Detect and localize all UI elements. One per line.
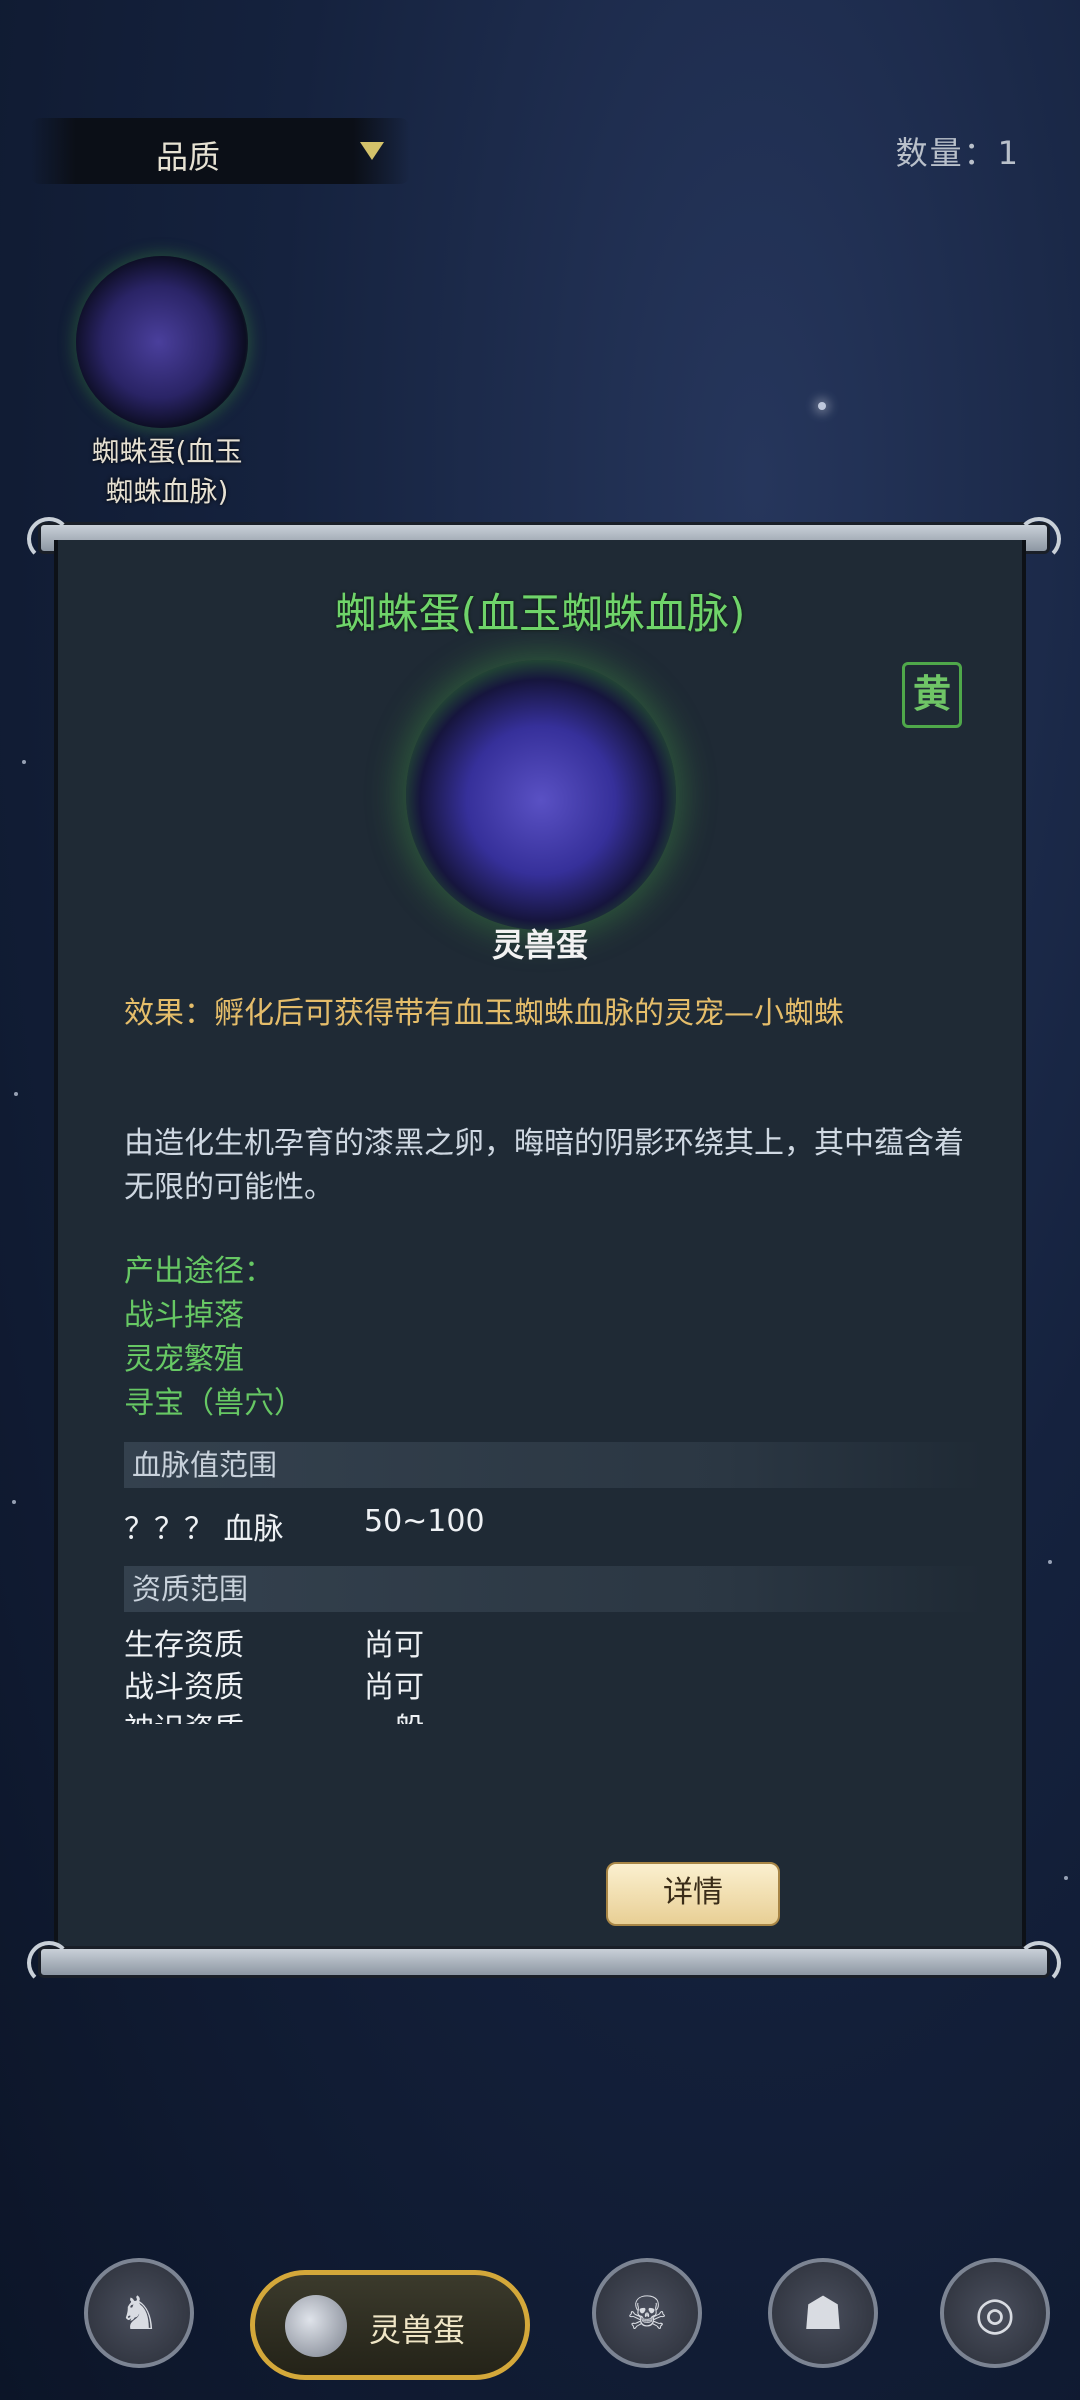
- spider-egg-large-icon: [406, 660, 676, 930]
- aptitude-row: 生存资质 尚可: [124, 1620, 424, 1664]
- bloodline-section-header: 血脉值范围: [124, 1442, 984, 1488]
- aptitude-list[interactable]: 生存资质 尚可 战斗资质 尚可 神识资质 一般: [124, 1620, 984, 1724]
- source-item: 灵宠繁殖: [124, 1342, 244, 1377]
- aptitude-label: 战斗资质: [124, 1670, 244, 1705]
- nav-vortex-button[interactable]: ◎: [940, 2258, 1050, 2368]
- source-item: 寻宝（兽穴）: [124, 1386, 304, 1421]
- description-text: 由造化生机孕育的漆黑之卵，晦暗的阴影环绕其上，其中蕴含着无限的可能性。: [124, 1126, 964, 1205]
- nav-beast-egg-button[interactable]: 灵兽蛋: [250, 2270, 530, 2380]
- aptitude-value: 尚可: [364, 1670, 424, 1705]
- star: [14, 1092, 18, 1096]
- star: [22, 760, 26, 764]
- vortex-icon: ◎: [974, 2286, 1016, 2340]
- item-detail-panel: 蜘蛛蛋(血玉蜘蛛血脉) 黄 灵兽蛋 效果：孵化后可获得带有血玉蜘蛛血脉的灵宠—小…: [54, 540, 1026, 1948]
- bloodline-value: 50~100: [364, 1504, 485, 1539]
- egg-icon: [285, 2295, 347, 2357]
- source-item: 战斗掉落: [124, 1298, 244, 1333]
- nav-totem-button[interactable]: ☗: [768, 2258, 878, 2368]
- nav-monster-button[interactable]: ☠: [592, 2258, 702, 2368]
- panel-bottom-scroll-bar: [27, 1941, 1050, 1985]
- aptitude-section-header: 资质范围: [124, 1566, 984, 1612]
- aptitude-row: 神识资质 一般: [124, 1704, 424, 1724]
- beast-icon: ♞: [118, 2286, 160, 2340]
- effect-text: 效果：孵化后可获得带有血玉蜘蛛血脉的灵宠—小蜘蛛: [124, 996, 844, 1031]
- sources-heading: 产出途径：: [124, 1254, 274, 1289]
- star: [12, 1500, 16, 1504]
- aptitude-value: 一般: [364, 1704, 424, 1724]
- sources-block: 产出途径： 战斗掉落 灵宠繁殖 寻宝（兽穴）: [124, 1250, 984, 1426]
- item-type: 灵兽蛋: [491, 926, 588, 964]
- bloodline-label: ？？？ 血脉: [124, 1512, 284, 1547]
- grid-item-name: 蜘蛛蛋(血玉 蜘蛛血脉): [52, 432, 282, 512]
- quality-filter-dropdown[interactable]: 品质: [30, 118, 410, 184]
- bloodline-row: ？？？ 血脉 50~100: [124, 1504, 485, 1548]
- star: [1064, 1876, 1068, 1880]
- monster-icon: ☠: [626, 2286, 668, 2340]
- aptitude-label: 生存资质: [124, 1628, 244, 1663]
- spider-egg-icon: [76, 256, 248, 428]
- item-count: 数量：1: [895, 134, 1020, 172]
- aptitude-row: 战斗资质 尚可: [124, 1662, 424, 1706]
- star: [1048, 1560, 1052, 1564]
- grade-badge: 黄: [902, 662, 962, 728]
- aptitude-label: 神识资质: [124, 1712, 244, 1724]
- totem-icon: ☗: [802, 2286, 844, 2340]
- nav-active-label: 灵兽蛋: [369, 2311, 466, 2349]
- aptitude-value: 尚可: [364, 1628, 424, 1663]
- nav-beast-button[interactable]: ♞: [84, 2258, 194, 2368]
- grid-item-name-line2: 蜘蛛血脉): [105, 475, 229, 508]
- details-button[interactable]: 详情: [606, 1862, 780, 1926]
- grid-item-name-line1: 蜘蛛蛋(血玉: [91, 435, 243, 468]
- quality-filter-label: 品质: [156, 138, 221, 176]
- caret-down-icon: [360, 142, 384, 160]
- item-title: 蜘蛛蛋(血玉蜘蛛血脉): [334, 589, 746, 638]
- star: [818, 402, 826, 410]
